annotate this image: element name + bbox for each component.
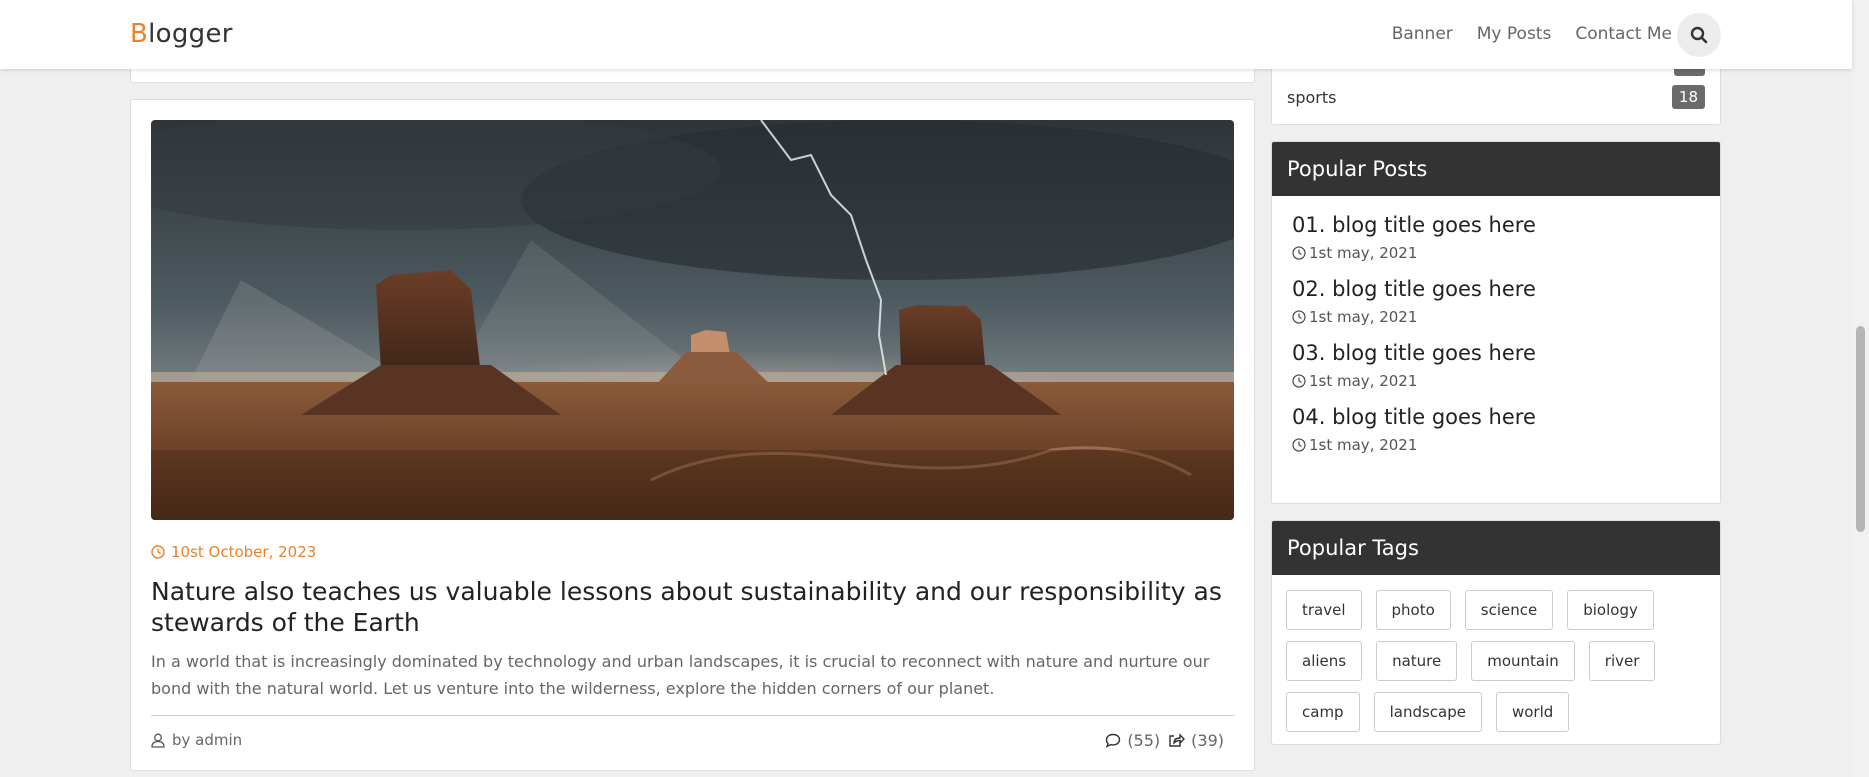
popular-post-title[interactable]: 03. blog title goes here [1292,340,1720,366]
popular-tags-heading: Popular Tags [1272,521,1720,575]
post-stats: (55) (39) [1105,731,1224,750]
page-scrollbar[interactable] [1852,0,1869,777]
brand-rest: logger [148,19,233,49]
tag-travel[interactable]: travel [1286,590,1362,630]
popular-post-date: 1st may, 2021 [1292,244,1720,262]
navbar: Blogger Banner My Posts Contact Me [0,0,1852,69]
popular-post-date-text: 1st may, 2021 [1309,308,1418,326]
popular-post-title[interactable]: 01. blog title goes here [1292,212,1720,238]
search-icon [1690,26,1708,44]
search-button[interactable] [1677,13,1721,57]
tag-nature[interactable]: nature [1376,641,1458,681]
tag-biology[interactable]: biology [1567,590,1654,630]
nav-link-banner[interactable]: Banner [1392,24,1453,44]
nav-link-contact-me[interactable]: Contact Me [1575,24,1672,44]
category-count-badge: 18 [1671,85,1705,109]
category-name: sports [1287,87,1337,107]
clock-icon [1292,310,1306,324]
nav-link-my-posts[interactable]: My Posts [1477,24,1552,44]
post-card: 10st October, 2023 Nature also teaches u… [130,99,1255,771]
brand-logo[interactable]: Blogger [130,19,233,49]
popular-post-title[interactable]: 02. blog title goes here [1292,276,1720,302]
tag-photo[interactable]: photo [1375,590,1451,630]
popular-tags-widget: Popular Tags travel photo science biolog… [1271,520,1721,745]
category-count-badge [1674,68,1705,76]
popular-posts-widget: Popular Posts 01. blog title goes here 1… [1271,141,1721,504]
nav-links: Banner My Posts Contact Me [1392,24,1672,44]
brand-first-letter: B [130,19,149,49]
tag-camp[interactable]: camp [1286,692,1360,732]
post-divider [151,715,1234,716]
clock-icon [1292,438,1306,452]
tag-mountain[interactable]: mountain [1471,641,1575,681]
clock-icon [1292,246,1306,260]
tag-aliens[interactable]: aliens [1286,641,1363,681]
comment-icon [1106,733,1121,748]
popular-posts-heading: Popular Posts [1272,142,1720,196]
post-excerpt: In a world that is increasingly dominate… [151,652,1210,698]
share-count[interactable]: (39) [1168,731,1224,750]
comment-count[interactable]: (55) [1105,731,1160,750]
popular-post-date-text: 1st may, 2021 [1309,372,1418,390]
popular-post-item[interactable]: 01. blog title goes here 1st may, 2021 [1272,212,1720,262]
share-icon [1169,733,1186,747]
popular-post-date-text: 1st may, 2021 [1309,436,1418,454]
post-date: 10st October, 2023 [151,543,316,561]
post-image[interactable] [151,120,1234,520]
popular-post-date-text: 1st may, 2021 [1309,244,1418,262]
comment-count-text: (55) [1127,731,1161,750]
popular-post-date: 1st may, 2021 [1292,372,1720,390]
post-author-text: by admin [172,731,243,749]
user-icon [151,733,165,748]
clock-icon [1292,374,1306,388]
category-item-sports[interactable]: sports 18 [1287,83,1705,111]
post-title[interactable]: Nature also teaches us valuable lessons … [151,576,1236,638]
popular-post-item[interactable]: 04. blog title goes here 1st may, 2021 [1272,404,1720,454]
scrollbar-thumb[interactable] [1856,326,1865,532]
popular-post-date: 1st may, 2021 [1292,436,1720,454]
post-author[interactable]: by admin [151,731,242,749]
share-count-text: (39) [1191,731,1224,750]
tag-world[interactable]: world [1495,692,1570,732]
post-date-text: 10st October, 2023 [171,543,317,561]
popular-post-title[interactable]: 04. blog title goes here [1292,404,1720,430]
tag-list: travel photo science biology aliens natu… [1272,575,1720,744]
popular-post-item[interactable]: 03. blog title goes here 1st may, 2021 [1272,340,1720,390]
tag-river[interactable]: river [1588,641,1656,681]
popular-post-date: 1st may, 2021 [1292,308,1720,326]
popular-post-item[interactable]: 02. blog title goes here 1st may, 2021 [1272,276,1720,326]
tag-landscape[interactable]: landscape [1373,692,1482,732]
popular-posts-list: 01. blog title goes here 1st may, 2021 0… [1272,196,1720,454]
tag-science[interactable]: science [1464,590,1554,630]
clock-icon [151,545,165,559]
